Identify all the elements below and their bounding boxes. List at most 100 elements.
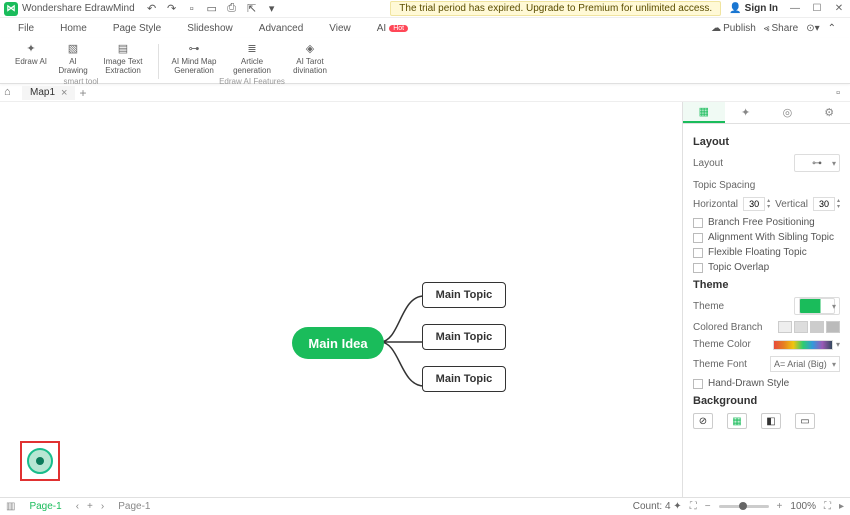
- chk-alignment[interactable]: [693, 233, 703, 243]
- horizontal-spinner[interactable]: ▴▾: [743, 197, 770, 211]
- bg-gradient[interactable]: ◧: [761, 413, 781, 429]
- ribbon-group-ai-features: Edraw AI Features: [219, 77, 285, 86]
- signin-button[interactable]: 👤 Sign In: [729, 3, 778, 14]
- bg-none[interactable]: ⊘: [693, 413, 713, 429]
- close-button[interactable]: ✕: [832, 2, 846, 16]
- drawing-icon: ▧: [65, 40, 81, 56]
- next-page-icon[interactable]: ›: [101, 501, 104, 512]
- sparkle-icon: ✦: [23, 40, 39, 56]
- horizontal-label: Horizontal: [693, 199, 738, 210]
- save-icon[interactable]: ▫: [185, 2, 199, 16]
- theme-font-label: Theme Font: [693, 359, 747, 370]
- ai-mindmap-button[interactable]: ⊶ AI Mind Map Generation: [167, 40, 221, 76]
- palette-1[interactable]: [778, 321, 792, 333]
- zoom-value[interactable]: 100%: [790, 501, 816, 512]
- topic-node-1[interactable]: Main Topic: [422, 282, 506, 308]
- article-generation-button[interactable]: ≣ Article generation: [225, 40, 279, 76]
- menu-page-style[interactable]: Page Style: [109, 21, 165, 36]
- topic-node-2[interactable]: Main Topic: [422, 324, 506, 350]
- palette-3[interactable]: [810, 321, 824, 333]
- palette-4[interactable]: [826, 321, 840, 333]
- count-label: Count: 4 ✦: [633, 501, 682, 512]
- trial-banner[interactable]: The trial period has expired. Upgrade to…: [390, 1, 721, 16]
- theme-select[interactable]: [794, 297, 840, 315]
- bg-color[interactable]: ▦: [727, 413, 747, 429]
- fit-icon[interactable]: ⛶: [690, 501, 697, 512]
- redo-icon[interactable]: ↷: [165, 2, 179, 16]
- chk-flexible-floating[interactable]: [693, 248, 703, 258]
- more-icon[interactable]: ▾: [265, 2, 279, 16]
- print-icon[interactable]: ⎙: [225, 2, 239, 16]
- home-icon[interactable]: ⌂: [4, 86, 18, 100]
- menu-file[interactable]: File: [14, 21, 38, 36]
- panel-tab-layout[interactable]: ▦: [683, 102, 725, 123]
- panel-tab-outline[interactable]: ◎: [767, 102, 809, 123]
- zoom-in-icon[interactable]: +: [777, 501, 783, 512]
- page-tab-1[interactable]: Page-1: [23, 501, 67, 512]
- article-icon: ≣: [244, 40, 260, 56]
- undo-icon[interactable]: ↶: [145, 2, 159, 16]
- mindmap-icon: ⊶: [186, 40, 202, 56]
- presentation-icon[interactable]: ▸: [839, 501, 844, 512]
- prev-page-icon[interactable]: ‹: [76, 501, 79, 512]
- theme-font-select[interactable]: A= Arial (Big): [770, 356, 840, 372]
- menu-view[interactable]: View: [325, 21, 355, 36]
- background-section-title: Background: [693, 395, 840, 407]
- open-icon[interactable]: ▭: [205, 2, 219, 16]
- app-logo-icon: ⋈: [4, 2, 18, 16]
- user-icon: 👤: [729, 3, 741, 14]
- menu-home[interactable]: Home: [56, 21, 91, 36]
- collapse-ribbon-icon[interactable]: ⌃: [828, 23, 836, 34]
- zoom-out-icon[interactable]: −: [705, 501, 711, 512]
- edraw-ai-button[interactable]: ✦ Edraw AI: [12, 40, 50, 76]
- panel-toggle-icon[interactable]: ▫: [836, 87, 846, 99]
- ocr-icon: ▤: [115, 40, 131, 56]
- layout-label: Layout: [693, 158, 723, 169]
- close-tab-icon[interactable]: ×: [61, 87, 67, 99]
- menu-ai[interactable]: AI Hot: [373, 21, 412, 36]
- theme-section-title: Theme: [693, 279, 840, 291]
- tarot-icon: ◈: [302, 40, 318, 56]
- theme-color-picker[interactable]: [773, 340, 833, 350]
- menu-advanced[interactable]: Advanced: [255, 21, 307, 36]
- chk-overlap[interactable]: [693, 263, 703, 273]
- center-node[interactable]: Main Idea: [292, 327, 384, 359]
- image-text-extraction-button[interactable]: ▤ Image Text Extraction: [96, 40, 150, 76]
- ai-assistant-fab[interactable]: [20, 441, 60, 481]
- panel-tab-settings[interactable]: ⚙: [808, 102, 850, 123]
- maximize-button[interactable]: ☐: [810, 2, 824, 16]
- zoom-slider[interactable]: [719, 505, 769, 508]
- layout-select[interactable]: ⊶: [794, 154, 840, 172]
- topic-node-3[interactable]: Main Topic: [422, 366, 506, 392]
- chk-hand-drawn[interactable]: [693, 379, 703, 389]
- minimize-button[interactable]: —: [788, 2, 802, 16]
- export-icon[interactable]: ⇱: [245, 2, 259, 16]
- doc-tab-map1[interactable]: Map1 ×: [22, 86, 75, 100]
- ribbon-group-smart-tool: smart tool: [63, 77, 98, 86]
- menu-slideshow[interactable]: Slideshow: [183, 21, 237, 36]
- colored-branch-label: Colored Branch: [693, 322, 762, 333]
- vertical-spinner[interactable]: ▴▾: [813, 197, 840, 211]
- help-icon[interactable]: ⊙▾: [806, 23, 819, 34]
- ai-drawing-button[interactable]: ▧ AI Drawing: [54, 40, 92, 76]
- canvas[interactable]: Main Idea Main Topic Main Topic Main Top…: [0, 102, 682, 497]
- fullscreen-icon[interactable]: ⛶: [824, 501, 831, 512]
- share-button[interactable]: ⪡Share: [764, 23, 798, 34]
- add-tab-button[interactable]: +: [79, 86, 86, 100]
- ai-tarot-button[interactable]: ◈ AI Tarot divination: [283, 40, 337, 76]
- outline-view-icon[interactable]: ▥: [6, 501, 15, 512]
- page-tab-2[interactable]: Page-1: [112, 501, 156, 512]
- bg-image[interactable]: ▭: [795, 413, 815, 429]
- layout-section-title: Layout: [693, 136, 840, 148]
- panel-tab-style[interactable]: ✦: [725, 102, 767, 123]
- palette-2[interactable]: [794, 321, 808, 333]
- add-page-icon[interactable]: +: [87, 501, 93, 512]
- vertical-label: Vertical: [775, 199, 808, 210]
- ai-hot-badge: Hot: [389, 25, 408, 32]
- topic-spacing-label: Topic Spacing: [693, 180, 840, 191]
- chk-branch-free[interactable]: [693, 218, 703, 228]
- app-title: Wondershare EdrawMind: [22, 3, 135, 14]
- publish-button[interactable]: ☁Publish: [711, 23, 756, 34]
- theme-color-label: Theme Color: [693, 339, 751, 350]
- theme-label: Theme: [693, 301, 724, 312]
